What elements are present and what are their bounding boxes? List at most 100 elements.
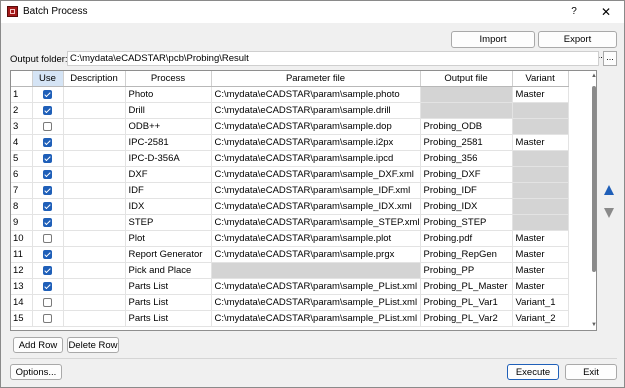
scrollbar-thumb[interactable] (592, 86, 596, 272)
variant-cell[interactable]: Master (512, 278, 569, 295)
parameter-file-cell[interactable]: C:\mydata\eCADSTAR\param\sample_PList.xm… (211, 310, 421, 327)
process-cell[interactable]: Parts List (125, 278, 212, 295)
use-cell[interactable] (32, 294, 64, 311)
close-button[interactable]: ✕ (599, 5, 613, 19)
variant-cell[interactable]: Master (512, 230, 569, 247)
use-checkbox[interactable] (43, 313, 52, 323)
process-cell[interactable]: Parts List (125, 294, 212, 311)
process-cell[interactable]: IPC-D-356A (125, 150, 212, 167)
table-row[interactable]: 14 Parts List C:\mydata\eCADSTAR\param\sam… (11, 294, 569, 311)
process-cell[interactable]: STEP (125, 214, 212, 231)
use-checkbox[interactable] (43, 201, 52, 211)
column-header-process[interactable]: Process (125, 71, 212, 87)
variant-cell[interactable]: Variant_1 (512, 294, 569, 311)
column-header-description[interactable]: Description (63, 71, 126, 87)
process-cell[interactable]: Drill (125, 102, 212, 119)
description-cell[interactable] (63, 246, 126, 263)
description-cell[interactable] (63, 150, 126, 167)
description-cell[interactable] (63, 134, 126, 151)
process-cell[interactable]: Parts List (125, 310, 212, 327)
column-header-parameter-file[interactable]: Parameter file (211, 71, 421, 87)
use-cell[interactable] (32, 150, 64, 167)
parameter-file-cell[interactable]: C:\mydata\eCADSTAR\param\sample.ipcd (211, 150, 421, 167)
parameter-file-cell[interactable]: C:\mydata\eCADSTAR\param\sample_PList.xm… (211, 294, 421, 311)
parameter-file-cell[interactable]: C:\mydata\eCADSTAR\param\sample_STEP.xml (211, 214, 421, 231)
table-row[interactable]: 5 IPC-D-356A C:\mydata\eCADSTAR\param\samp… (11, 150, 569, 167)
process-cell[interactable]: Plot (125, 230, 212, 247)
variant-cell[interactable]: Variant_2 (512, 310, 569, 327)
scroll-down-arrow-icon[interactable]: ▼ (591, 322, 596, 328)
use-checkbox[interactable] (43, 89, 52, 99)
table-row[interactable]: 8 IDX C:\mydata\eCADSTAR\param\sample_IDX.… (11, 198, 569, 215)
use-cell[interactable] (32, 262, 64, 279)
parameter-file-cell[interactable]: C:\mydata\eCADSTAR\param\sample.i2px (211, 134, 421, 151)
use-checkbox[interactable] (43, 265, 52, 275)
output-file-cell[interactable]: Probing_PL_Var1 (420, 294, 513, 311)
process-cell[interactable]: Report Generator (125, 246, 212, 263)
table-row[interactable]: 6 DXF C:\mydata\eCADSTAR\param\sample_DXF.… (11, 166, 569, 183)
parameter-file-cell[interactable]: C:\mydata\eCADSTAR\param\sample.photo (211, 86, 421, 103)
description-cell[interactable] (63, 278, 126, 295)
parameter-file-cell[interactable]: C:\mydata\eCADSTAR\param\sample.dop (211, 118, 421, 135)
use-checkbox[interactable] (43, 105, 52, 115)
parameter-file-cell[interactable]: C:\mydata\eCADSTAR\param\sample_DXF.xml (211, 166, 421, 183)
table-row[interactable]: 15 Parts List C:\mydata\eCADSTAR\param\sam… (11, 310, 569, 327)
use-checkbox[interactable] (43, 153, 52, 163)
table-row[interactable]: 4 IPC-2581 C:\mydata\eCADSTAR\param\sample… (11, 134, 569, 151)
use-checkbox[interactable] (43, 281, 52, 291)
output-file-cell[interactable]: Probing_PL_Master (420, 278, 513, 295)
parameter-file-cell[interactable]: C:\mydata\eCADSTAR\param\sample.prgx (211, 246, 421, 263)
execute-button[interactable]: Execute (507, 364, 559, 380)
delete-row-button[interactable]: Delete Row (67, 337, 119, 353)
process-cell[interactable]: IDX (125, 198, 212, 215)
use-checkbox[interactable] (43, 185, 52, 195)
options-button[interactable]: Options... (10, 364, 62, 380)
description-cell[interactable] (63, 262, 126, 279)
output-file-cell[interactable]: Probing_IDX (420, 198, 513, 215)
use-checkbox[interactable] (43, 217, 52, 227)
parameter-file-cell[interactable]: C:\mydata\eCADSTAR\param\sample.plot (211, 230, 421, 247)
variant-cell[interactable]: Master (512, 246, 569, 263)
use-cell[interactable] (32, 198, 64, 215)
use-cell[interactable] (32, 246, 64, 263)
import-parameters-button[interactable]: Import parameters... (451, 31, 535, 61)
use-cell[interactable] (32, 310, 64, 327)
variant-cell[interactable]: Master (512, 134, 569, 151)
description-cell[interactable] (63, 166, 126, 183)
use-cell[interactable] (32, 278, 64, 295)
output-file-cell[interactable]: Probing_STEP (420, 214, 513, 231)
table-row[interactable]: 10 Plot C:\mydata\eCADSTAR\param\sample.pl… (11, 230, 569, 247)
use-cell[interactable] (32, 166, 64, 183)
move-row-up-icon[interactable] (603, 184, 615, 196)
use-checkbox[interactable] (43, 249, 52, 259)
use-checkbox[interactable] (43, 169, 52, 179)
use-cell[interactable] (32, 118, 64, 135)
column-header-variant[interactable]: Variant (512, 71, 569, 87)
scroll-up-arrow-icon[interactable]: ▲ (591, 73, 596, 79)
description-cell[interactable] (63, 86, 126, 103)
help-button[interactable]: ? (567, 5, 581, 19)
use-checkbox[interactable] (43, 137, 52, 147)
output-file-cell[interactable]: Probing_RepGen (420, 246, 513, 263)
process-cell[interactable]: IDF (125, 182, 212, 199)
export-parameters-button[interactable]: Export parameters... (538, 31, 617, 61)
column-header-use[interactable]: Use (32, 71, 64, 87)
table-row[interactable]: 2 Drill C:\mydata\eCADSTAR\param\sample.dr… (11, 102, 569, 119)
description-cell[interactable] (63, 214, 126, 231)
output-file-cell[interactable]: Probing.pdf (420, 230, 513, 247)
vertical-scrollbar[interactable]: ▲ ▼ (591, 73, 596, 330)
use-cell[interactable] (32, 214, 64, 231)
table-row[interactable]: 12 Pick and Place Probing_PP Master (11, 262, 569, 279)
table-row[interactable]: 1 Photo C:\mydata\eCADSTAR\param\sample.ph… (11, 86, 569, 103)
use-cell[interactable] (32, 182, 64, 199)
description-cell[interactable] (63, 230, 126, 247)
description-cell[interactable] (63, 198, 126, 215)
output-file-cell[interactable]: Probing_ODB (420, 118, 513, 135)
table-row[interactable]: 9 STEP C:\mydata\eCADSTAR\param\sample_STE… (11, 214, 569, 231)
use-cell[interactable] (32, 230, 64, 247)
process-cell[interactable]: Pick and Place (125, 262, 212, 279)
table-row[interactable]: 3 ODB++ C:\mydata\eCADSTAR\param\sample.do… (11, 118, 569, 135)
move-row-down-icon[interactable] (603, 207, 615, 219)
use-checkbox[interactable] (43, 297, 52, 307)
output-file-cell[interactable]: Probing_IDF (420, 182, 513, 199)
